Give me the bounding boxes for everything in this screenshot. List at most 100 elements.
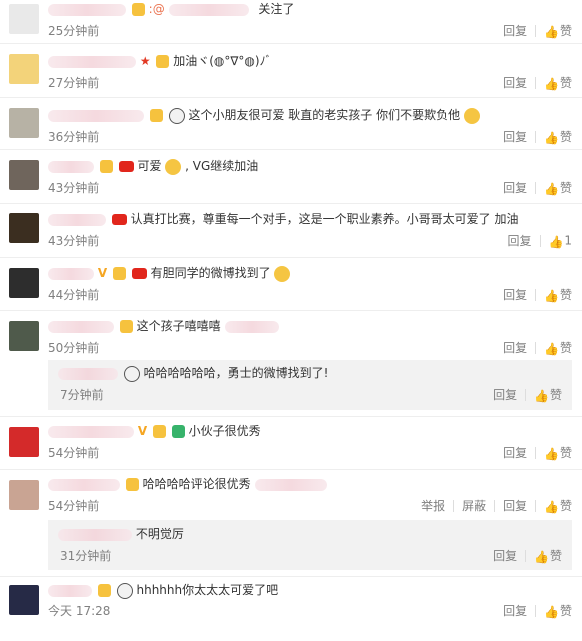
mention-user[interactable] bbox=[224, 320, 279, 333]
comment-text: 关注了 bbox=[258, 2, 295, 16]
like-button[interactable]: 赞 bbox=[560, 604, 572, 618]
comment-text: 小伙子很优秀 bbox=[188, 424, 261, 438]
reply-button[interactable]: 回复 bbox=[503, 181, 527, 195]
crown-badge-icon bbox=[97, 584, 111, 597]
username[interactable] bbox=[58, 367, 118, 380]
timestamp: 50分钟前 bbox=[48, 341, 100, 355]
timestamp: 44分钟前 bbox=[48, 288, 100, 302]
timestamp: 43分钟前 bbox=[48, 234, 100, 248]
like-button[interactable]: 赞 bbox=[560, 76, 572, 90]
like-icon[interactable]: 👍 bbox=[544, 77, 559, 91]
comment-actions: 回复 👍 赞 bbox=[503, 602, 572, 619]
avatar[interactable] bbox=[9, 54, 39, 84]
comment-text: 加油ヾ(◍°∇°◍)ﾉﾞ bbox=[173, 54, 272, 68]
like-button[interactable]: 赞 bbox=[560, 181, 572, 195]
like-count[interactable]: 1 bbox=[564, 234, 572, 248]
like-icon[interactable]: 👍 bbox=[544, 342, 559, 356]
reply-button[interactable]: 回复 bbox=[493, 388, 517, 402]
like-icon[interactable]: 👍 bbox=[534, 389, 549, 403]
like-button[interactable]: 赞 bbox=[550, 388, 562, 402]
comment-item: :@ 关注了 25分钟前 回复 👍 赞 bbox=[0, 0, 582, 44]
avatar[interactable] bbox=[9, 213, 39, 243]
like-button[interactable]: 赞 bbox=[560, 499, 572, 513]
crown-badge-icon bbox=[156, 55, 170, 68]
verified-v-icon: V bbox=[137, 424, 148, 438]
like-icon[interactable]: 👍 bbox=[544, 182, 559, 196]
panda-badge-icon bbox=[116, 582, 133, 599]
timestamp: 27分钟前 bbox=[48, 76, 100, 90]
like-button[interactable]: 赞 bbox=[560, 130, 572, 144]
comment-actions: 回复 👍 1 bbox=[508, 232, 572, 249]
like-icon[interactable]: 👍 bbox=[544, 500, 559, 514]
username[interactable] bbox=[48, 160, 94, 173]
reply-button[interactable]: 回复 bbox=[493, 549, 517, 563]
avatar[interactable] bbox=[9, 585, 39, 615]
comment-item: 可爱 , VG继续加油 43分钟前 回复 👍 赞 bbox=[0, 150, 582, 204]
reply-button[interactable]: 回复 bbox=[503, 130, 527, 144]
panda-badge-icon bbox=[123, 365, 140, 382]
avatar[interactable] bbox=[9, 321, 39, 351]
comment-text: hhhhhh你太太太可爱了吧 bbox=[136, 583, 279, 597]
like-button[interactable]: 赞 bbox=[560, 341, 572, 355]
avatar[interactable] bbox=[9, 108, 39, 138]
reply-button[interactable]: 回复 bbox=[508, 234, 532, 248]
like-icon[interactable]: 👍 bbox=[544, 447, 559, 461]
avatar[interactable] bbox=[9, 4, 39, 34]
like-icon[interactable]: 👍 bbox=[549, 235, 564, 249]
username[interactable] bbox=[48, 3, 126, 16]
comment-text: 有胆同学的微博找到了 bbox=[150, 266, 271, 280]
china-flag-icon bbox=[118, 161, 134, 172]
username[interactable] bbox=[48, 584, 92, 597]
comment-actions: 回复 👍 赞 bbox=[503, 179, 572, 196]
username[interactable] bbox=[48, 213, 106, 226]
avatar[interactable] bbox=[9, 160, 39, 190]
like-button[interactable]: 赞 bbox=[560, 446, 572, 460]
like-icon[interactable]: 👍 bbox=[544, 25, 559, 39]
reply-button[interactable]: 回复 bbox=[503, 76, 527, 90]
crown-badge-icon bbox=[112, 267, 126, 280]
report-button[interactable]: 举报 bbox=[421, 499, 445, 513]
mention-user[interactable] bbox=[168, 3, 249, 16]
like-icon[interactable]: 👍 bbox=[544, 131, 559, 145]
crown-badge-icon bbox=[149, 109, 163, 122]
comment-item: 哈哈哈哈评论很优秀 54分钟前 举报 屏蔽 回复 👍 赞 不明觉厉 31分钟前 回复 👍… bbox=[0, 470, 582, 577]
username[interactable] bbox=[48, 55, 136, 68]
reply-button[interactable]: 回复 bbox=[503, 288, 527, 302]
reply-button[interactable]: 回复 bbox=[503, 446, 527, 460]
like-button[interactable]: 赞 bbox=[560, 288, 572, 302]
username[interactable] bbox=[48, 320, 114, 333]
comment-actions: 回复 👍 赞 bbox=[503, 444, 572, 461]
comment-text-2: , VG继续加油 bbox=[185, 159, 259, 173]
username[interactable] bbox=[48, 425, 134, 438]
comment-text: 不明觉厉 bbox=[135, 527, 184, 541]
reply-button[interactable]: 回复 bbox=[503, 24, 527, 38]
avatar[interactable] bbox=[9, 480, 39, 510]
timestamp: 7分钟前 bbox=[60, 388, 104, 402]
mention-user[interactable] bbox=[254, 478, 327, 491]
crown-badge-icon bbox=[99, 160, 113, 173]
like-icon[interactable]: 👍 bbox=[544, 289, 559, 303]
like-button[interactable]: 赞 bbox=[560, 24, 572, 38]
comment-text: 哈哈哈哈评论很优秀 bbox=[142, 477, 251, 491]
comment-actions: 回复 👍 赞 bbox=[493, 386, 562, 403]
username[interactable] bbox=[48, 478, 120, 491]
username[interactable] bbox=[58, 528, 132, 541]
like-icon[interactable]: 👍 bbox=[544, 605, 559, 619]
username[interactable] bbox=[48, 109, 144, 122]
timestamp: 25分钟前 bbox=[48, 24, 100, 38]
reply-button[interactable]: 回复 bbox=[503, 604, 527, 618]
crown-badge-icon bbox=[131, 3, 145, 16]
comment-actions: 回复 👍 赞 bbox=[503, 74, 572, 91]
comment-item: V 有胆同学的微博找到了 44分钟前 回复 👍 赞 bbox=[0, 258, 582, 311]
like-icon[interactable]: 👍 bbox=[534, 550, 549, 564]
username[interactable] bbox=[48, 267, 94, 280]
comment-actions: 回复 👍 赞 bbox=[493, 547, 562, 564]
comment-list: :@ 关注了 25分钟前 回复 👍 赞 ★ 加油ヾ(◍°∇°◍)ﾉﾞ 27分钟前 … bbox=[0, 0, 582, 619]
reply-button[interactable]: 回复 bbox=[503, 341, 527, 355]
like-button[interactable]: 赞 bbox=[550, 549, 562, 563]
reply-button[interactable]: 回复 bbox=[503, 499, 527, 513]
avatar[interactable] bbox=[9, 268, 39, 298]
avatar[interactable] bbox=[9, 427, 39, 457]
comment-text: 这个孩子嘻嘻嘻 bbox=[136, 319, 221, 333]
block-button[interactable]: 屏蔽 bbox=[462, 499, 486, 513]
